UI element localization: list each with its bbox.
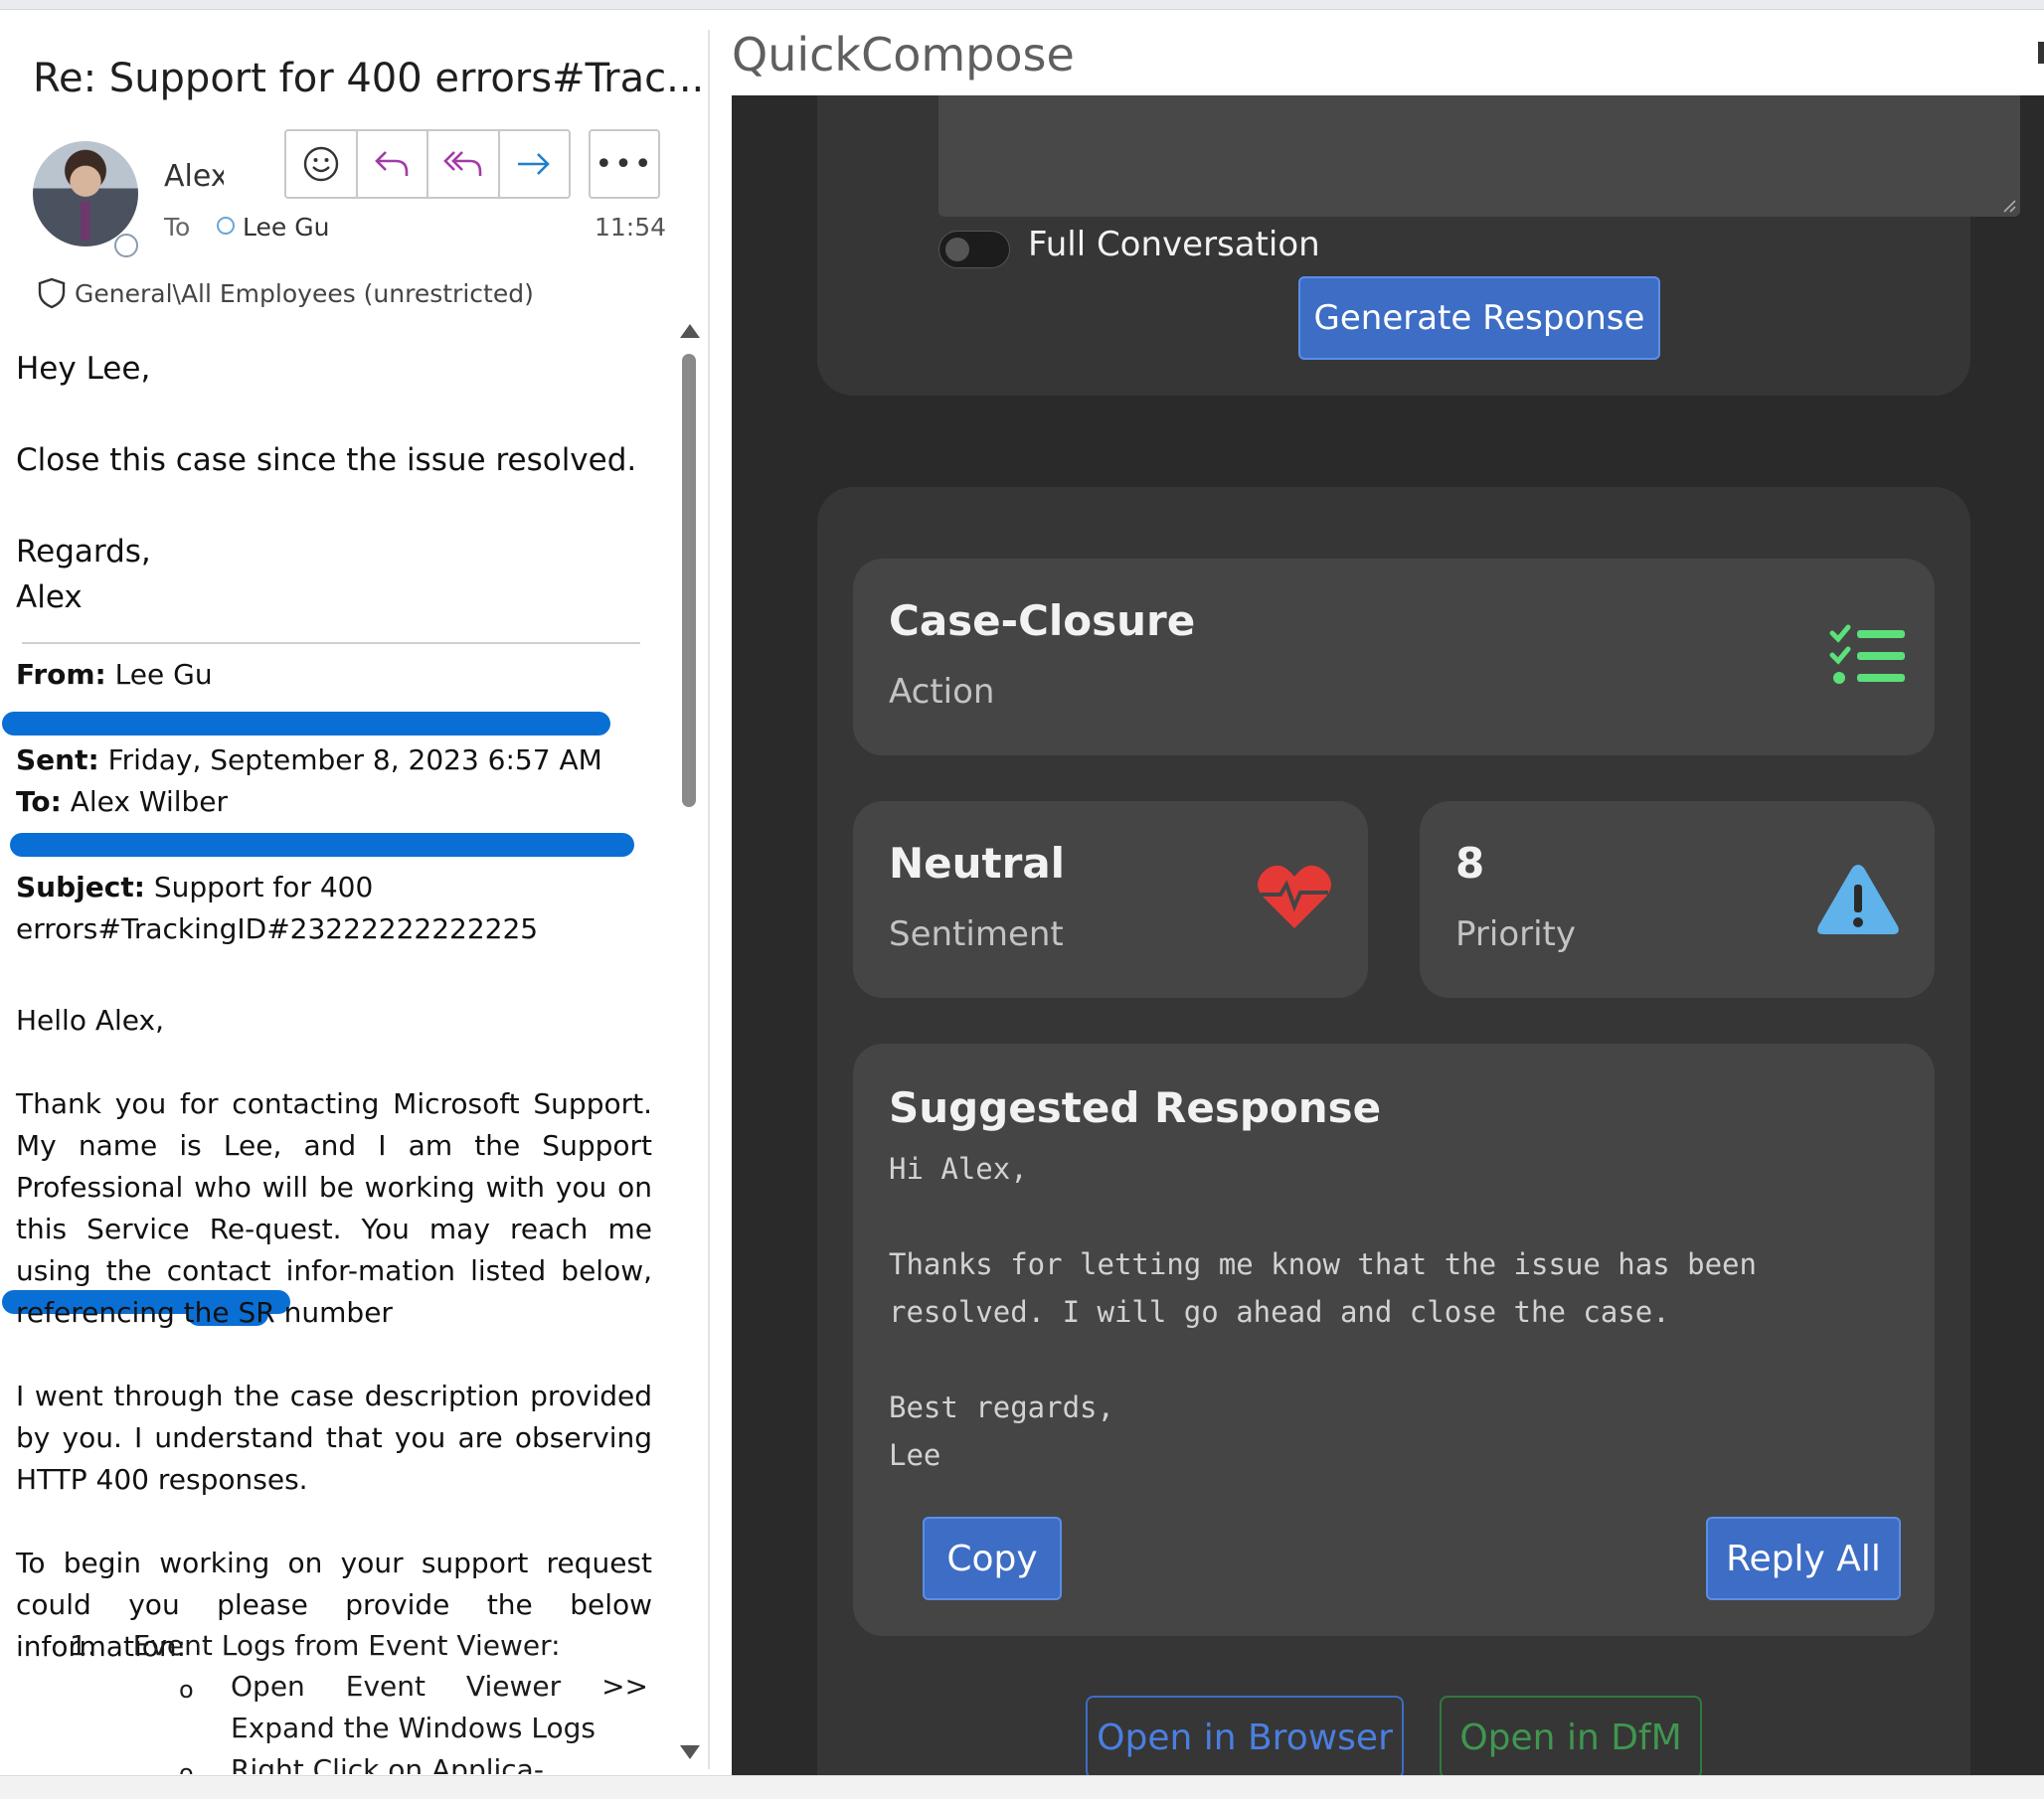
to-label-fwd: To:	[16, 785, 62, 818]
sentiment-subtitle: Sentiment	[889, 914, 1064, 954]
sentiment-title: Neutral	[889, 839, 1066, 888]
checklist-icon	[1829, 624, 1905, 684]
signoff: Alex	[16, 579, 83, 615]
list-text: Event Logs from Event Viewer:	[132, 1629, 561, 1662]
bullet: o	[179, 1676, 194, 1704]
react-button[interactable]	[286, 131, 358, 197]
reply-all-email-button[interactable]	[428, 131, 500, 197]
sent-value: Friday, September 8, 2023 6:57 AM	[107, 743, 602, 776]
sub-list-item: Right Click on Applica-	[231, 1753, 544, 1774]
compose-panel: Full Conversation Generate Response	[817, 95, 2020, 396]
subject-value-cont: errors#TrackingID#23222222222225	[16, 912, 539, 945]
presence-status-icon	[114, 234, 138, 257]
priority-subtitle: Priority	[1455, 914, 1577, 954]
open-in-browser-button[interactable]: Open in Browser	[1086, 1696, 1404, 1775]
to-label: To	[164, 213, 191, 242]
priority-card: 8 Priority	[1420, 801, 1935, 998]
action-card: Case-Closure Action	[853, 559, 1935, 755]
addin-title: QuickCompose	[732, 28, 1075, 82]
window-top-border	[0, 0, 2044, 10]
prompt-textarea[interactable]	[938, 95, 2020, 217]
priority-value: 8	[1455, 839, 1485, 888]
recipient-presence-icon	[217, 217, 235, 235]
quote-divider	[22, 642, 640, 644]
list-number: 1.	[70, 1629, 96, 1662]
generate-response-button[interactable]: Generate Response	[1298, 276, 1660, 360]
quickcompose-pane: Full Conversation Generate Response Case…	[732, 95, 2044, 1775]
reply-all-button[interactable]: Reply All	[1706, 1517, 1901, 1600]
hello-line: Hello Alex,	[16, 1004, 165, 1037]
full-conversation-toggle[interactable]	[938, 231, 1010, 268]
more-actions-button[interactable]: •••	[589, 129, 660, 199]
email-body: Hey Lee, Close this case since the issue…	[16, 346, 652, 620]
pane-divider[interactable]	[708, 30, 710, 1769]
from-value: Lee Gu	[114, 658, 213, 691]
redaction-mark	[10, 833, 634, 857]
email-action-bar	[284, 129, 571, 199]
reply-all-icon	[442, 151, 482, 176]
received-time: 11:54	[595, 213, 667, 242]
subject-value: Support for 400	[153, 871, 374, 903]
shield-icon	[38, 277, 66, 309]
recipient-name[interactable]: Lee Gu	[243, 213, 329, 242]
suggested-response-card: Suggested Response Hi Alex, Thanks for l…	[853, 1044, 1935, 1636]
suggested-response-text[interactable]: Hi Alex, Thanks for letting me know that…	[889, 1145, 1784, 1479]
email-reading-pane: Re: Support for 400 errors#Trac... Alex …	[0, 10, 708, 1774]
copy-button[interactable]: Copy	[923, 1517, 1062, 1600]
suggested-response-title: Suggested Response	[889, 1083, 1382, 1132]
bullet: o	[179, 1759, 194, 1774]
subject-label: Subject:	[16, 871, 145, 903]
smiley-icon	[303, 146, 338, 182]
sentiment-card: Neutral Sentiment	[853, 801, 1368, 998]
sensitivity-label[interactable]: General\All Employees (unrestricted)	[37, 276, 534, 310]
warning-icon	[1817, 865, 1899, 934]
sensitivity-text: General\All Employees (unrestricted)	[75, 278, 534, 308]
sent-label: Sent:	[16, 743, 99, 776]
regards: Regards,	[16, 534, 151, 570]
sub-list-item: Open Event Viewer >> Expand the Windows …	[231, 1670, 648, 1744]
sender-avatar[interactable]	[33, 141, 138, 246]
forward-icon	[518, 153, 551, 175]
heart-pulse-icon	[1258, 865, 1331, 928]
status-bar	[0, 1775, 2044, 1799]
sender-name[interactable]: Alex Wilber	[164, 159, 224, 194]
greeting: Hey Lee,	[16, 351, 151, 387]
pin-icon[interactable]	[2038, 42, 2044, 64]
reply-button[interactable]	[358, 131, 428, 197]
to-value: Alex Wilber	[70, 785, 229, 818]
scroll-up-arrow[interactable]	[680, 324, 700, 338]
scroll-down-arrow[interactable]	[680, 1745, 700, 1759]
action-subtitle: Action	[889, 672, 995, 712]
full-conversation-label: Full Conversation	[1028, 225, 1320, 264]
action-title: Case-Closure	[889, 596, 1196, 645]
forwarded-header: From: Lee Gu Sent: Friday, September 8, …	[16, 654, 652, 950]
case-paragraph: I went through the case description prov…	[16, 1380, 652, 1496]
from-label: From:	[16, 658, 106, 691]
body-line: Close this case since the issue resolved…	[16, 442, 637, 478]
open-in-dfm-button[interactable]: Open in DfM	[1440, 1696, 1702, 1775]
email-subject: Re: Support for 400 errors#Trac...	[33, 56, 705, 101]
reply-icon	[375, 151, 409, 176]
forward-button[interactable]	[500, 131, 570, 197]
redaction-mark	[2, 712, 610, 736]
intro-paragraph: Thank you for contacting Microsoft Suppo…	[16, 1087, 652, 1329]
email-scrollbar-thumb[interactable]	[682, 354, 696, 807]
resize-grip-icon[interactable]	[2002, 199, 2016, 213]
results-panel: Case-Closure Action Neutral Sentiment 8 …	[817, 487, 1970, 1775]
list-item: 1. Event Logs from Event Viewer:	[70, 1625, 561, 1667]
